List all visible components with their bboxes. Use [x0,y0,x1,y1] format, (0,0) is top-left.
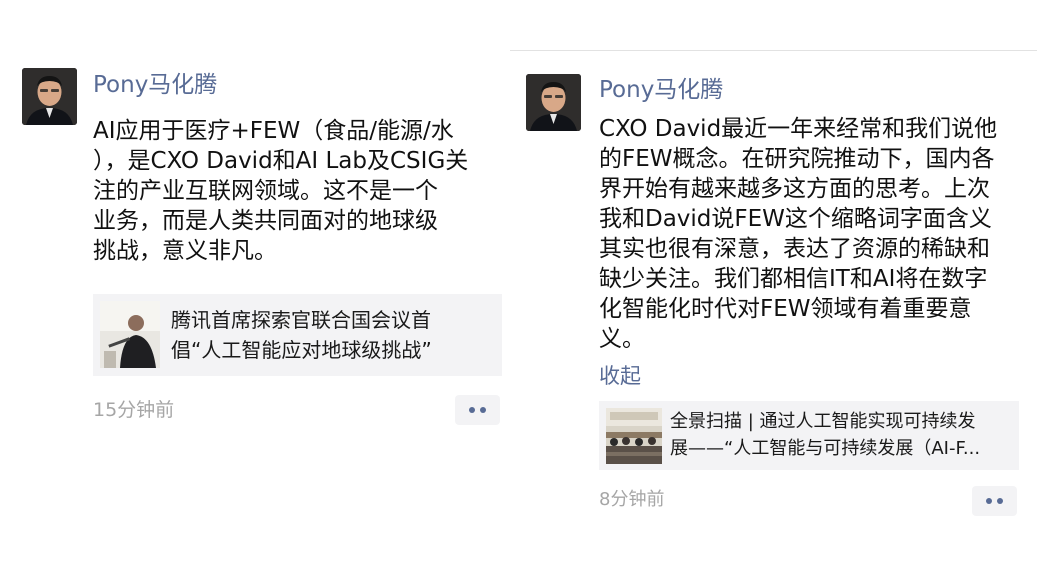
link-title-line: 展——“人工智能与可持续发展（AI-F... [670,438,981,459]
author-name[interactable]: Pony马化腾 [93,70,217,100]
link-title-line: 倡“人工智能应对地球级挑战” [171,338,432,362]
link-title-line: 腾讯首席探索官联合国会议首 [171,308,431,332]
post-text-line: 界开始有越来越多这方面的思考。上次 [599,176,990,202]
author-name[interactable]: Pony马化腾 [599,75,723,105]
avatar-portrait-icon [22,68,77,125]
more-actions-button[interactable] [972,486,1017,516]
moment-post-right: Pony马化腾 CXO David最近一年来经常和我们说他 的FEW概念。在研究… [510,50,1037,528]
post-text-line: 义。 [599,326,645,352]
two-dots-icon [997,498,1003,504]
moments-screenshot-composite: Pony马化腾 AI应用于医疗+FEW（食品/能源/水 ），是CXO David… [0,0,1047,585]
post-text-line: 我和David说FEW这个缩略词字面含义 [599,206,992,232]
post-text-line: 化智能化时代对FEW领域有着重要意 [599,296,972,322]
avatar[interactable] [22,68,77,125]
link-title-line: 全景扫描 | 通过人工智能实现可持续发 [670,411,976,432]
post-text: CXO David最近一年来经常和我们说他 的FEW概念。在研究院推动下，国内各… [599,114,1019,354]
conference-photo-icon [606,408,662,464]
post-text-line: ），是CXO David和AI Lab及CSIG关 [93,148,469,174]
collapse-link[interactable]: 收起 [599,361,641,391]
shared-link-card[interactable]: 腾讯首席探索官联合国会议首 倡“人工智能应对地球级挑战” [93,294,502,376]
speaker-photo-icon [100,301,160,368]
shared-link-card[interactable]: 全景扫描 | 通过人工智能实现可持续发 展——“人工智能与可持续发展（AI-F.… [599,401,1019,470]
link-thumbnail [100,301,160,368]
post-text-line: CXO David最近一年来经常和我们说他 [599,116,998,142]
moment-post-left: Pony马化腾 AI应用于医疗+FEW（食品/能源/水 ），是CXO David… [22,62,507,442]
avatar[interactable] [526,74,581,131]
post-text-line: AI应用于医疗+FEW（食品/能源/水 [93,118,454,144]
link-title: 全景扫描 | 通过人工智能实现可持续发 展——“人工智能与可持续发展（AI-F.… [670,408,1012,462]
post-text: AI应用于医疗+FEW（食品/能源/水 ），是CXO David和AI Lab及… [93,116,505,266]
two-dots-icon [480,407,486,413]
post-text-line: 注的产业互联网领域。这不是一个 [93,178,438,204]
post-text-line: 缺少关注。我们都相信IT和AI将在数字 [599,266,988,292]
more-actions-button[interactable] [455,395,500,425]
two-dots-icon [469,407,475,413]
post-timestamp: 8分钟前 [599,489,665,510]
link-thumbnail [606,408,662,464]
link-title: 腾讯首席探索官联合国会议首 倡“人工智能应对地球级挑战” [171,305,491,365]
post-timestamp: 15分钟前 [93,399,175,421]
divider [510,50,1037,51]
post-text-line: 业务，而是人类共同面对的地球级 [93,208,438,234]
two-dots-icon [986,498,992,504]
post-text-line: 其实也很有深意，表达了资源的稀缺和 [599,236,990,262]
avatar-portrait-icon [526,74,581,131]
post-text-line: 的FEW概念。在研究院推动下，国内各 [599,146,995,172]
post-text-line: 挑战，意义非凡。 [93,238,277,264]
